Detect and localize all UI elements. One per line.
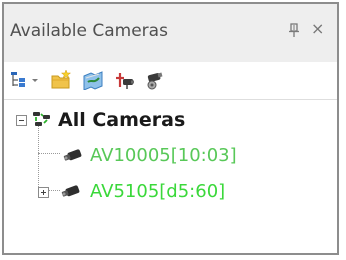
- new-folder-button[interactable]: [50, 70, 72, 90]
- camera-icon: [61, 185, 80, 197]
- camera-settings-icon: [147, 72, 163, 90]
- panel-toolbar: [4, 62, 337, 100]
- add-camera-button[interactable]: [114, 70, 136, 90]
- camera-icon: [63, 149, 82, 161]
- close-icon[interactable]: ×: [311, 20, 324, 38]
- tree-view-icon: [11, 72, 25, 87]
- tree-item-label: AV5105[d5:60]: [90, 181, 226, 202]
- panel-title: Available Cameras: [10, 21, 168, 41]
- available-cameras-panel: Available Cameras × All Cameras AV10005[…: [2, 2, 339, 255]
- pin-icon[interactable]: [287, 22, 301, 38]
- tree-item-label: AV10005[10:03]: [90, 145, 237, 166]
- map-button[interactable]: [82, 70, 104, 90]
- new-folder-icon: [51, 70, 72, 89]
- tree-connector: [38, 126, 39, 191]
- chevron-down-icon: [32, 79, 38, 82]
- tree-view-dropdown-button[interactable]: [10, 70, 44, 90]
- panel-titlebar: Available Cameras ×: [4, 4, 337, 63]
- camera-tree: All Cameras AV10005[10:03] AV5105[d5:60]: [4, 100, 337, 253]
- camera-settings-button[interactable]: [144, 70, 166, 90]
- tree-item-label: All Cameras: [58, 109, 186, 131]
- camera-group-icon: [33, 112, 50, 126]
- expand-toggle[interactable]: [38, 187, 49, 198]
- add-camera-icon: [116, 73, 134, 89]
- collapse-toggle[interactable]: [16, 115, 27, 126]
- tree-connector: [38, 153, 60, 154]
- map-icon: [83, 71, 103, 90]
